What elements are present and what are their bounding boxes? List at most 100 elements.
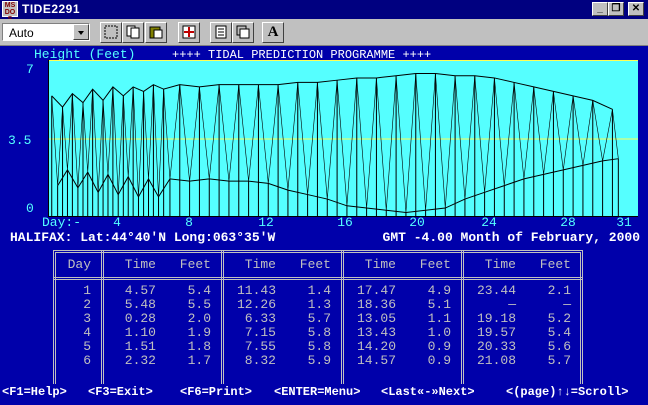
- table-divider: [341, 250, 344, 398]
- table-cell: 6.33: [244, 311, 276, 326]
- paste-icon: [149, 26, 163, 39]
- table-cell: 1.0: [427, 325, 451, 340]
- f3-exit-key[interactable]: <F3=Exit>: [88, 385, 153, 399]
- paste-button[interactable]: [145, 22, 167, 43]
- restore-button[interactable]: ❐: [608, 2, 624, 16]
- x-tick-label: 16: [337, 215, 353, 230]
- fullscreen-icon: [182, 25, 196, 39]
- table-cell: 8.32: [244, 353, 276, 368]
- background-icon: [236, 25, 250, 39]
- table-cell: 13.43: [356, 325, 396, 340]
- x-axis-label: Day:-: [42, 215, 82, 230]
- minimize-button[interactable]: _: [592, 2, 608, 16]
- last-next-key[interactable]: <Last«-»Next>: [381, 385, 475, 399]
- table-cell: 5.1: [427, 297, 451, 312]
- table-divider: [221, 250, 224, 398]
- page-scroll-key[interactable]: <(page)↑↓=Scroll>: [506, 385, 628, 399]
- properties-button[interactable]: [210, 22, 232, 43]
- table-cell: 23.44: [476, 283, 516, 298]
- table-cell: 5.9: [307, 353, 331, 368]
- chevron-down-icon[interactable]: [73, 24, 89, 40]
- table-cell: 1.10: [124, 325, 156, 340]
- table-header-cell: Day: [67, 257, 91, 272]
- y-tick-label: 3.5: [8, 133, 32, 148]
- info-line: HALIFAX: Lat:44°40'N Long:063°35'W GMT -…: [10, 230, 640, 246]
- gmt-month-text: GMT -4.00 Month of February, 2000: [382, 230, 640, 245]
- table-cell: 4: [83, 325, 91, 340]
- tide-chart: [48, 60, 638, 217]
- font-size-value: Auto: [9, 26, 34, 40]
- table-cell: —: [563, 297, 571, 312]
- table-cell: 13.05: [356, 311, 396, 326]
- copy-icon: [126, 25, 140, 39]
- table-cell: 5.6: [547, 339, 571, 354]
- table-cell: 12.26: [236, 297, 276, 312]
- function-key-bar: <F1=Help> <F3=Exit> <F6=Print> <ENTER=Me…: [0, 384, 648, 400]
- copy-button[interactable]: [122, 22, 144, 43]
- table-cell: 5.5: [187, 297, 211, 312]
- table-header-cell: Time: [364, 257, 396, 272]
- table-cell: 5.4: [547, 325, 571, 340]
- table-cell: 2.0: [187, 311, 211, 326]
- table-header-cell: Feet: [299, 257, 331, 272]
- window-title: TIDE2291: [22, 2, 81, 16]
- table-header-cell: Time: [484, 257, 516, 272]
- x-tick-label: 4: [113, 215, 121, 230]
- font-size-select[interactable]: Auto: [2, 23, 90, 41]
- table-cell: 7.15: [244, 325, 276, 340]
- table-cell: 11.43: [236, 283, 276, 298]
- x-tick-label: 28: [560, 215, 576, 230]
- dos-screen[interactable]: Height (Feet) ++++ TIDAL PREDICTION PROG…: [0, 46, 648, 405]
- x-tick-label: 20: [409, 215, 425, 230]
- mark-icon: [104, 25, 118, 39]
- table-cell: 14.57: [356, 353, 396, 368]
- location-text: HALIFAX: Lat:44°40'N Long:063°35'W: [10, 230, 276, 245]
- table-divider: [461, 250, 464, 398]
- table-cell: 5.2: [547, 311, 571, 326]
- table-cell: 19.57: [476, 325, 516, 340]
- background-button[interactable]: [232, 22, 254, 43]
- x-axis: Day:- 4 8 12 16 20 24 28 31: [0, 215, 648, 230]
- close-button[interactable]: ✕: [628, 2, 644, 16]
- table-cell: 1.8: [187, 339, 211, 354]
- table-header-cell: Time: [124, 257, 156, 272]
- table-cell: 2: [83, 297, 91, 312]
- enter-menu-key[interactable]: <ENTER=Menu>: [274, 385, 360, 399]
- table-cell: 14.20: [356, 339, 396, 354]
- table-cell: 1.1: [427, 311, 451, 326]
- x-tick-label: 31: [616, 215, 632, 230]
- mark-button[interactable]: [100, 22, 122, 43]
- msdos-app-icon[interactable]: MS DO S: [2, 1, 18, 23]
- f1-help-key[interactable]: <F1=Help>: [2, 385, 67, 399]
- table-cell: 1.4: [307, 283, 331, 298]
- table-cell: 1: [83, 283, 91, 298]
- table-cell: 20.33: [476, 339, 516, 354]
- y-tick-label: 0: [26, 201, 34, 216]
- table-cell: 17.47: [356, 283, 396, 298]
- x-tick-label: 8: [185, 215, 193, 230]
- title-bar[interactable]: MS DO S TIDE2291 _ ❐ ✕: [0, 0, 648, 23]
- table-cell: 5.8: [307, 325, 331, 340]
- f6-print-key[interactable]: <F6=Print>: [180, 385, 252, 399]
- table-cell: 21.08: [476, 353, 516, 368]
- table-cell: 5.8: [307, 339, 331, 354]
- table-cell: 18.36: [356, 297, 396, 312]
- table-cell: 5.4: [187, 283, 211, 298]
- table-header-cell: Feet: [539, 257, 571, 272]
- table-cell: 3: [83, 311, 91, 326]
- toolbar: Auto A: [0, 19, 648, 46]
- table-cell: 5: [83, 339, 91, 354]
- table-cell: —: [508, 297, 516, 312]
- table-cell: 0.9: [427, 339, 451, 354]
- font-button[interactable]: A: [262, 22, 284, 43]
- fullscreen-button[interactable]: [178, 22, 200, 43]
- x-tick-label: 12: [258, 215, 274, 230]
- table-cell: 2.32: [124, 353, 156, 368]
- table-cell: 1.7: [187, 353, 211, 368]
- table-cell: 0.28: [124, 311, 156, 326]
- table-cell: 4.57: [124, 283, 156, 298]
- table-header-cell: Feet: [179, 257, 211, 272]
- x-tick-label: 24: [481, 215, 497, 230]
- table-cell: 4.9: [427, 283, 451, 298]
- table-header-divider: [53, 277, 583, 280]
